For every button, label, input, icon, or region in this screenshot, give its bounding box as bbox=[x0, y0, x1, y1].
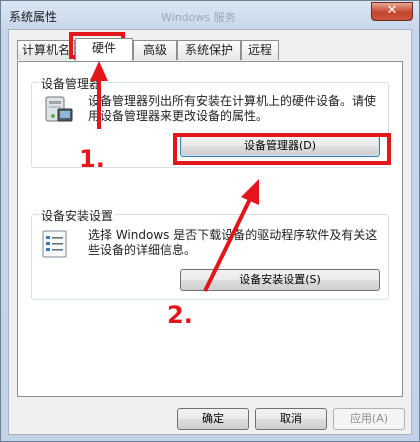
annotation-step-2: 2. bbox=[167, 301, 193, 329]
annotation-step-1: 1. bbox=[79, 145, 105, 173]
tab-hardware[interactable]: 硬件 bbox=[75, 38, 133, 61]
annotation-arrows bbox=[90, 61, 259, 292]
system-properties-window: 系统属性 Windows 服务 ✕ 计算机名 硬件 高级 系统保护 远程 设备管… bbox=[0, 0, 420, 442]
